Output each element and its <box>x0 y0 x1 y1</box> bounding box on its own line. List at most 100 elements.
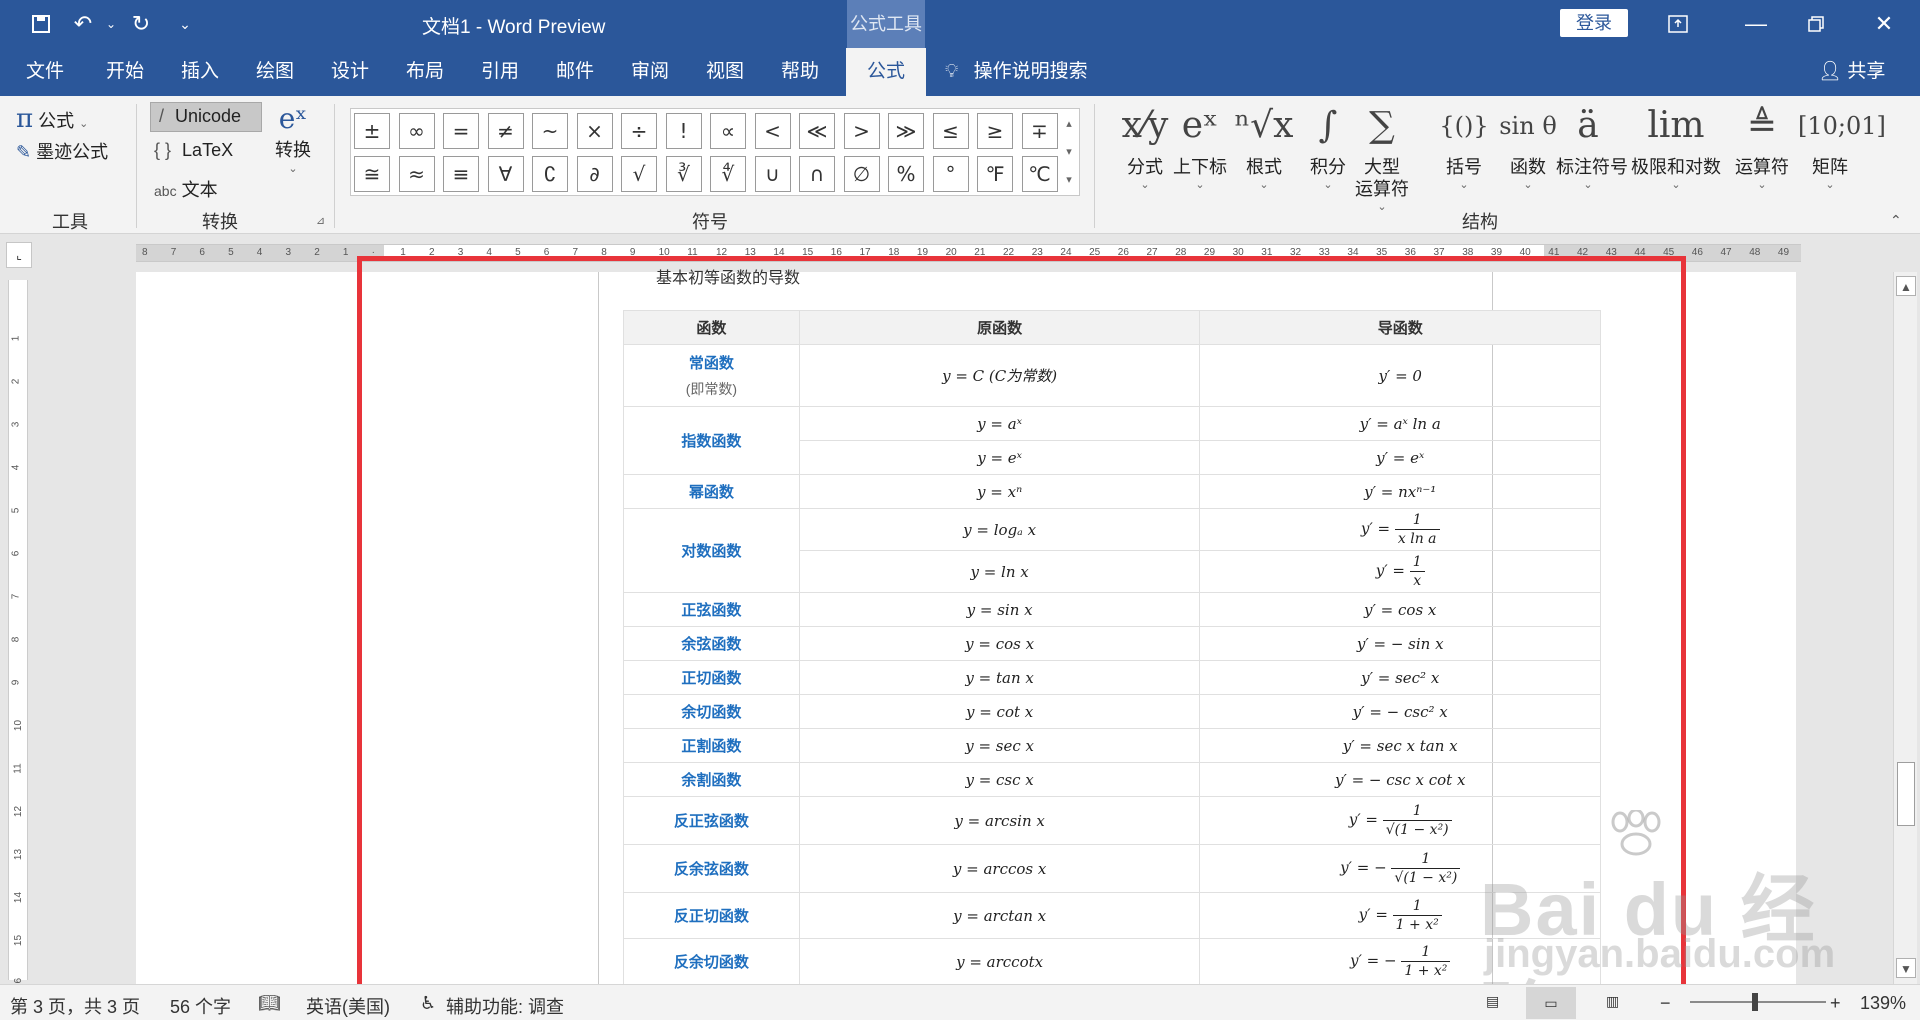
text-button[interactable]: abc 文本 <box>154 176 218 202</box>
web-layout-icon[interactable]: ▥ <box>1606 993 1619 1010</box>
function-name-cell[interactable]: 常函数 (即常数) <box>623 344 800 407</box>
derivative-cell[interactable]: y′ = − csc² x <box>1199 694 1601 729</box>
large-operator-button[interactable]: ∑ 大型 运算符 ⌄ <box>1350 96 1414 213</box>
symbol-button[interactable]: ∁ <box>532 156 568 192</box>
tab-file[interactable]: 文件 <box>18 48 72 96</box>
script-button[interactable]: eˣ 上下标 ⌄ <box>1168 96 1232 191</box>
derivative-cell[interactable]: y′ = − csc x cot x <box>1199 762 1601 797</box>
read-mode-icon[interactable]: ▤ <box>1486 993 1499 1010</box>
symbol-button[interactable]: ° <box>932 156 969 192</box>
minimize-icon[interactable]: — <box>1736 6 1776 42</box>
derivative-cell[interactable]: y′ = 11 + x² <box>1199 892 1601 939</box>
original-function-cell[interactable]: y = aˣ <box>798 406 1201 441</box>
function-name-cell[interactable]: 反正弦函数 <box>623 796 800 845</box>
function-name-cell[interactable]: 反余弦函数 <box>623 844 800 893</box>
redo-icon[interactable]: ↻ <box>126 10 156 38</box>
zoom-slider[interactable] <box>1690 993 1826 1011</box>
convert-button[interactable]: eˣ 转换 ⌄ <box>272 102 314 175</box>
original-function-cell[interactable]: y = tan x <box>798 660 1201 695</box>
tab-design[interactable]: 设计 <box>323 48 377 96</box>
original-function-cell[interactable]: y = cos x <box>798 626 1201 661</box>
accent-button[interactable]: ä 标注符号 ⌄ <box>1556 96 1628 191</box>
function-name-cell[interactable]: 反正切函数 <box>623 892 800 939</box>
tab-review[interactable]: 审阅 <box>623 48 677 96</box>
derivative-cell[interactable]: y′ = cos x <box>1199 592 1601 627</box>
original-function-cell[interactable]: y = sec x <box>798 728 1201 763</box>
symbol-button[interactable]: ∞ <box>398 113 435 149</box>
scroll-down-icon[interactable]: ▼ <box>1896 958 1916 978</box>
function-name[interactable]: 反余弦函数 <box>674 861 749 878</box>
function-name-cell[interactable]: 余切函数 <box>623 694 800 729</box>
symbol-button[interactable]: ∪ <box>754 156 791 192</box>
tab-selector-icon[interactable]: ⌞ <box>6 242 32 268</box>
tab-insert[interactable]: 插入 <box>173 48 227 96</box>
proofing-icon[interactable]: 📖︎ <box>258 993 281 1014</box>
limit-log-button[interactable]: lim 极限和对数 ⌄ <box>1630 96 1722 191</box>
symbol-button[interactable]: ! <box>665 113 702 149</box>
original-function-cell[interactable]: y = csc x <box>798 762 1201 797</box>
dialog-launcher-icon[interactable]: ⊿ <box>316 214 325 227</box>
derivative-cell[interactable]: y′ = − 11 + x² <box>1199 938 1601 985</box>
symbol-button[interactable]: ℉ <box>977 156 1013 192</box>
symbol-button[interactable]: ≫ <box>888 113 924 149</box>
ruler-strip[interactable]: 8 7 6 5 4 3 2 1 · 1 2 3 4 5 6 7 8 9 10 11 12 13 14 15 16 17 18 19 20… <box>136 244 1801 262</box>
function-name[interactable]: 对数函数 <box>681 543 741 560</box>
tab-references[interactable]: 引用 <box>473 48 527 96</box>
symbol-button[interactable]: ≅ <box>354 156 390 192</box>
symbol-button[interactable]: % <box>888 156 924 192</box>
function-name[interactable]: 余弦函数 <box>681 636 741 653</box>
function-name-cell[interactable]: 对数函数 <box>623 508 800 593</box>
derivative-cell[interactable]: y′ = sec² x <box>1199 660 1601 695</box>
function-name[interactable]: 反正切函数 <box>674 908 749 925</box>
unicode-button[interactable]: / Unicode <box>150 102 262 132</box>
derivative-table[interactable]: 函数 原函数 导函数 常函数 (即常数) y = C (C为常数) y′ = 0 指数函… <box>623 310 1601 985</box>
derivative-cell[interactable]: y′ = − 1 √(1 − x²) <box>1199 844 1601 893</box>
function-name[interactable]: 正切函数 <box>681 670 741 687</box>
bracket-button[interactable]: {()} 括号 ⌄ <box>1432 96 1496 191</box>
function-button[interactable]: sin θ 函数 ⌄ <box>1496 96 1560 191</box>
overflow-paragraph[interactable]: 基本初等函数的导数 <box>656 264 800 288</box>
symbol-button[interactable]: ± <box>354 113 390 149</box>
symbol-button[interactable]: ∅ <box>843 156 880 192</box>
vertical-scrollbar[interactable]: ▲ ▼ <box>1893 272 1917 984</box>
accessibility-status[interactable]: 辅助功能: 调查 <box>446 993 564 1019</box>
function-name[interactable]: 反正弦函数 <box>674 813 749 830</box>
undo-icon[interactable]: ↶ <box>68 10 98 38</box>
tab-draw[interactable]: 绘图 <box>248 48 302 96</box>
derivative-cell[interactable]: y′ = 1x ln a <box>1199 508 1601 551</box>
function-name[interactable]: 常函数 <box>689 355 734 372</box>
function-name[interactable]: 正弦函数 <box>681 602 741 619</box>
symbol-button[interactable]: √ <box>621 156 657 192</box>
function-name[interactable]: 余切函数 <box>681 704 741 721</box>
symbol-button[interactable]: ∀ <box>487 156 524 192</box>
login-button[interactable]: 登录 <box>1560 9 1628 37</box>
tab-home[interactable]: 开始 <box>98 48 152 96</box>
symbol-button[interactable]: ∂ <box>576 156 613 192</box>
function-name-cell[interactable]: 反余切函数 <box>623 938 800 985</box>
original-function-cell[interactable]: y = ln x <box>798 550 1201 593</box>
word-count[interactable]: 56 个字 <box>170 993 231 1019</box>
ribbon-display-options-icon[interactable] <box>1658 6 1698 42</box>
ink-equation-button[interactable]: ✎ 墨迹公式 <box>16 138 108 164</box>
function-name-cell[interactable]: 正切函数 <box>623 660 800 695</box>
derivative-cell[interactable]: y′ = − sin x <box>1199 626 1601 661</box>
original-function-cell[interactable]: y = arctan x <box>798 892 1201 939</box>
language-indicator[interactable]: 英语(美国) <box>306 993 390 1019</box>
function-name[interactable]: 反余切函数 <box>674 954 749 971</box>
function-name[interactable]: 指数函数 <box>681 433 741 450</box>
share-button[interactable]: 👤︎ 共享 <box>1818 48 1885 96</box>
symbol-button[interactable]: ≈ <box>398 156 435 192</box>
original-function-cell[interactable]: y = arccotx <box>798 938 1201 985</box>
function-name-cell[interactable]: 指数函数 <box>623 406 800 475</box>
tab-mailings[interactable]: 邮件 <box>548 48 602 96</box>
restore-icon[interactable] <box>1796 6 1836 42</box>
symbol-button[interactable]: = <box>443 113 479 149</box>
derivative-cell[interactable]: y′ = sec x tan x <box>1199 728 1601 763</box>
derivative-cell[interactable]: y′ = eˣ <box>1199 440 1601 475</box>
print-layout-icon[interactable]: ▭ <box>1526 987 1576 1019</box>
symbol-button[interactable]: ≠ <box>487 113 524 149</box>
zoom-in-icon[interactable]: + <box>1830 993 1841 1014</box>
function-name-cell[interactable]: 余割函数 <box>623 762 800 797</box>
zoom-slider-handle[interactable] <box>1752 993 1758 1011</box>
symbol-button[interactable]: < <box>754 113 791 149</box>
